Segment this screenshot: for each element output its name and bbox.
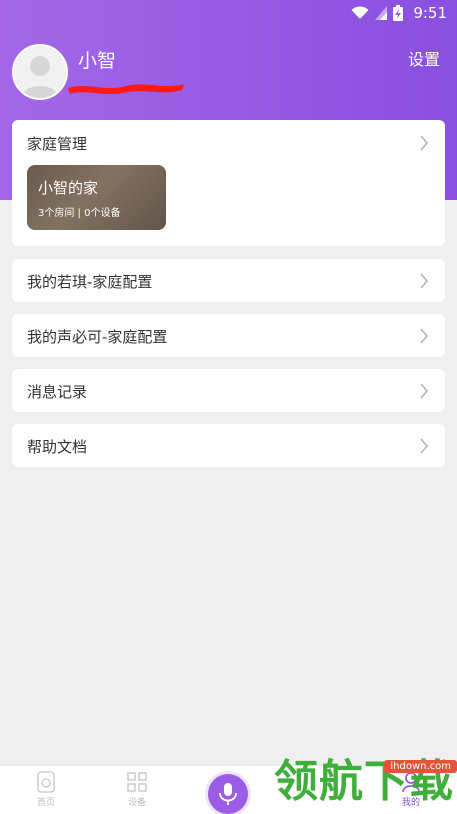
menu-item-label: 帮助文档 <box>27 438 88 456</box>
microphone-icon <box>219 783 237 805</box>
avatar[interactable] <box>12 44 68 100</box>
wifi-icon <box>351 6 369 19</box>
menu-item-ruoqi-config[interactable]: 我的若琪-家庭配置 <box>12 259 445 302</box>
home-name: 小智的家 <box>38 179 99 197</box>
menu-item-label: 我的若琪-家庭配置 <box>27 273 153 291</box>
signal-icon <box>375 6 388 20</box>
speaker-icon <box>37 771 55 793</box>
chevron-right-icon <box>420 135 429 151</box>
menu-item-message-records[interactable]: 消息记录 <box>12 369 445 412</box>
default-user-icon <box>22 56 58 98</box>
grid-icon <box>127 772 147 792</box>
status-time: 9:51 <box>413 4 447 22</box>
username[interactable]: 小智 <box>78 46 116 73</box>
settings-link[interactable]: 设置 <box>408 46 440 70</box>
voice-button[interactable] <box>208 774 248 814</box>
menu-item-label: 我的声必可-家庭配置 <box>27 328 168 346</box>
nav-devices[interactable]: 设备 <box>112 771 162 808</box>
menu-item-help-docs[interactable]: 帮助文档 <box>12 424 445 467</box>
watermark: 领航下载 ihdown.com <box>274 752 457 813</box>
family-management-card[interactable]: 家庭管理 小智的家 3个房间 | 0个设备 <box>12 120 445 246</box>
menu-item-label: 消息记录 <box>27 383 88 401</box>
redaction-scribble <box>68 84 184 95</box>
home-tile[interactable]: 小智的家 3个房间 | 0个设备 <box>27 165 166 230</box>
home-meta: 3个房间 | 0个设备 <box>38 208 121 219</box>
chevron-right-icon <box>420 273 429 289</box>
nav-devices-label: 设备 <box>127 798 146 808</box>
watermark-site: ihdown.com <box>384 760 457 773</box>
menu-item-shengbike-config[interactable]: 我的声必可-家庭配置 <box>12 314 445 357</box>
nav-home[interactable]: 首页 <box>21 771 71 808</box>
nav-home-label: 首页 <box>36 798 55 808</box>
profile-header: 小智 设置 <box>12 44 452 104</box>
chevron-right-icon <box>420 328 429 344</box>
battery-charging-icon <box>393 5 404 21</box>
chevron-right-icon <box>420 383 429 399</box>
chevron-right-icon <box>420 438 429 454</box>
status-bar: 9:51 <box>0 0 457 26</box>
family-management-title: 家庭管理 <box>27 135 88 153</box>
